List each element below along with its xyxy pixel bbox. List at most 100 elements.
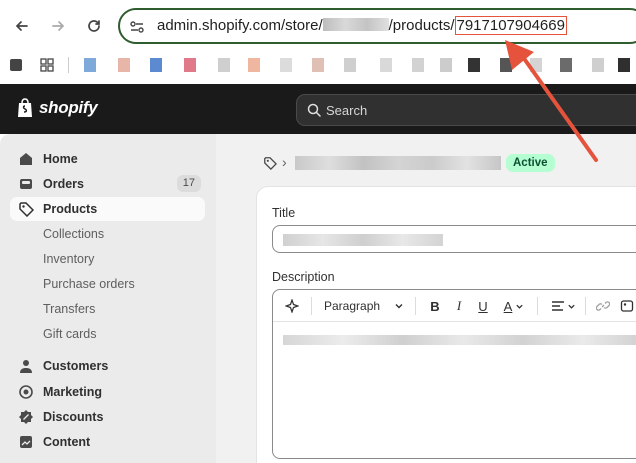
chevron-down-icon [567,304,575,309]
magic-button[interactable] [283,297,301,315]
sidebar-item-gift-cards[interactable]: Gift cards [10,322,205,346]
sidebar-item-marketing[interactable]: Marketing [10,380,205,404]
url-mid: /products/ [388,17,455,34]
sidebar-item-collections[interactable]: Collections [10,222,205,246]
store-name-redacted [322,18,389,31]
search-placeholder: Search [326,103,368,118]
shopify-header: shopify Search [0,84,636,134]
sidebar-item-label: Products [43,202,98,216]
breadcrumb-separator: › [282,154,287,170]
bookmark-item[interactable] [530,58,542,72]
title-value-redacted [283,234,443,246]
sparkle-icon [285,299,299,313]
reload-button[interactable] [81,13,107,39]
text-color-button[interactable]: A [499,297,529,315]
sidebar-item-label: Discounts [43,410,104,424]
bookmark-item[interactable] [280,58,292,72]
align-left-icon [551,301,564,311]
sidebar-item-transfers[interactable]: Transfers [10,297,205,321]
italic-icon: I [456,298,462,313]
bookmark-item[interactable] [618,58,630,72]
reload-icon [88,20,100,32]
title-input[interactable] [272,225,636,253]
bookmark-item[interactable] [468,58,480,72]
bookmark-item[interactable] [218,58,230,72]
shopify-bag-icon [18,98,32,117]
sidebar-item-products[interactable]: Products [10,197,205,221]
search-input[interactable]: Search [296,94,636,126]
sidebar-item-home[interactable]: Home [10,147,205,171]
sidebar-item-purchase-orders[interactable]: Purchase orders [10,272,205,296]
link-button[interactable] [595,297,611,315]
italic-button[interactable]: I [451,297,467,315]
bookmark-item[interactable] [184,58,196,72]
sidebar-item-orders[interactable]: Orders 17 [10,172,205,196]
bookmark-item[interactable] [118,58,130,72]
sidebar-item-label: Home [43,152,78,166]
bookmark-item[interactable] [500,58,512,72]
chevron-down-icon [395,304,403,309]
paragraph-format-select[interactable]: Paragraph [324,297,404,315]
toolbar-divider [585,297,586,315]
product-id-highlight: 7917107904669 [454,16,567,35]
bookmark-item[interactable] [344,58,356,72]
bookmark-item[interactable] [560,58,572,72]
tag-icon[interactable] [263,156,277,170]
sidebar-item-customers[interactable]: Customers [10,354,205,378]
sidebar-item-discounts[interactable]: Discounts [10,405,205,429]
url-text[interactable]: admin.shopify.com/store/ /products/791710… [157,16,567,36]
search-icon [307,103,321,117]
sidebar-item-inventory[interactable]: Inventory [10,247,205,271]
sidebar-nav: Home Orders 17 Products Collections Inve… [0,134,216,463]
bookmark-item[interactable] [412,58,424,72]
sidebar-item-label: Transfers [43,302,96,316]
text-color-icon: A [503,298,513,314]
bookmark-item[interactable] [440,58,452,72]
bookmark-item[interactable] [380,58,392,72]
orders-count-badge: 17 [176,175,201,192]
shopify-logo[interactable]: shopify [16,98,98,118]
toolbar-divider [537,297,538,315]
sidebar-item-label: Content [43,435,91,449]
apps-grid-icon[interactable] [40,58,54,72]
bookmark-item[interactable] [248,58,260,72]
site-settings-icon[interactable] [128,18,146,36]
chevron-down-icon [516,304,523,309]
back-arrow-icon [15,21,28,31]
product-name-redacted [295,156,501,170]
target-icon [19,385,33,399]
underline-button[interactable]: U [475,297,491,315]
bold-button[interactable]: B [427,297,443,315]
description-editor[interactable]: Paragraph B I U A [272,289,636,459]
bookmark-item[interactable] [150,58,162,72]
editor-toolbar: Paragraph B I U A [273,290,636,322]
sidebar-item-content[interactable]: Content [10,430,205,454]
bold-icon: B [430,298,440,314]
back-button[interactable] [9,13,35,39]
align-button[interactable] [549,297,577,315]
person-icon [20,360,32,373]
bookmark-item[interactable] [592,58,604,72]
image-icon [620,300,634,312]
address-bar[interactable]: admin.shopify.com/store/ /products/791710… [118,8,636,44]
bookmark-item[interactable] [84,58,96,72]
underline-icon: U [478,298,488,314]
screenshot-root: admin.shopify.com/store/ /products/791710… [0,0,636,463]
sidebar-toggle-icon[interactable] [9,58,23,72]
bookmarks-bar [0,52,636,80]
url-prefix: admin.shopify.com/store/ [157,17,323,34]
bookmark-item[interactable] [312,58,324,72]
forward-button[interactable] [45,13,71,39]
sidebar-item-label: Orders [43,177,84,191]
link-icon [596,301,610,311]
tag-icon [19,202,34,217]
toolbar-divider [415,297,416,315]
discount-icon [19,410,33,424]
title-label: Title [272,206,296,220]
sidebar-item-label: Collections [43,227,105,241]
brand-name: shopify [39,98,98,117]
sidebar-item-label: Purchase orders [43,277,135,291]
media-button[interactable] [619,297,635,315]
description-label: Description [272,270,335,284]
forward-arrow-icon [52,21,65,31]
